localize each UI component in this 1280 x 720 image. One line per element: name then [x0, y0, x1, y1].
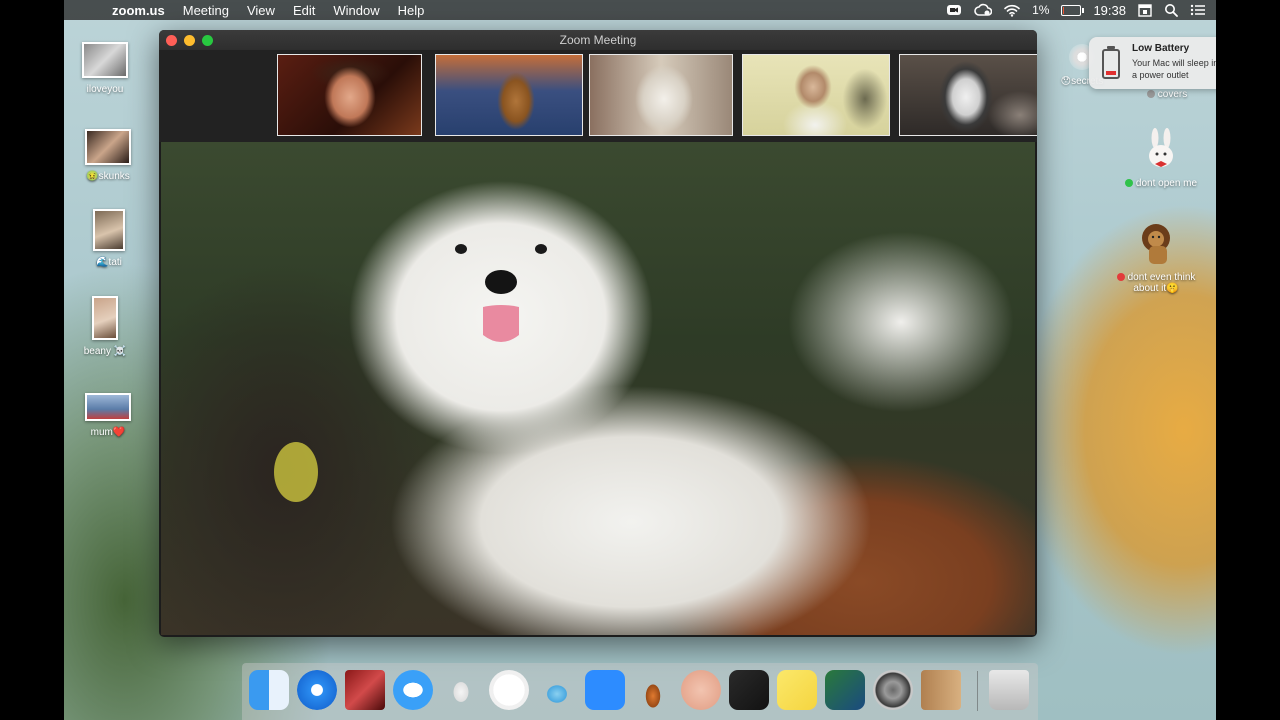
calendar-icon[interactable] — [1138, 3, 1152, 17]
desktop-folder-label: dont even think about it — [1127, 272, 1196, 294]
desktop-folder-label: skunks — [98, 171, 130, 182]
wifi-icon[interactable] — [1004, 4, 1020, 17]
participant-tile-dog-brown[interactable] — [435, 54, 583, 136]
clock[interactable]: 19:38 — [1093, 3, 1126, 18]
finder-icon[interactable] — [249, 670, 289, 710]
notification-center-icon[interactable] — [1190, 3, 1206, 17]
desktop-folder-label: dont open me — [1135, 178, 1198, 189]
folder-emoji: ❤️ — [112, 427, 126, 438]
desktop: zoom.us Meeting View Edit Window Help 1%… — [64, 0, 1216, 720]
battery-percent[interactable]: 1% — [1032, 3, 1049, 17]
preview-icon[interactable] — [825, 670, 865, 710]
folder-emoji: 🤫 — [1166, 283, 1179, 294]
folder-emoji: 🤢 — [86, 171, 99, 182]
bunny-icon — [1149, 128, 1173, 167]
folder-thumbnail — [82, 42, 128, 78]
lion-icon — [1142, 224, 1170, 264]
garageband-icon[interactable] — [633, 670, 673, 710]
music-icon[interactable] — [489, 670, 529, 710]
notification-title: Low Battery — [1132, 43, 1190, 54]
menu-edit[interactable]: Edit — [293, 3, 315, 18]
menu-bar: zoom.us Meeting View Edit Window Help 1%… — [64, 0, 1216, 20]
folder-thumbnail — [85, 129, 131, 165]
desktop-folder-label: iloveyou — [86, 84, 124, 95]
menu-app-name[interactable]: zoom.us — [112, 3, 165, 18]
participant-tile-person-woman[interactable] — [742, 54, 890, 136]
battery-level — [1063, 6, 1065, 14]
tag-dot-green — [1124, 179, 1133, 187]
desktop-folder-dont-even-think[interactable]: dont even think about it🤫 — [1111, 220, 1201, 294]
menu-meeting[interactable]: Meeting — [183, 3, 229, 18]
folder-emoji: ☠️ — [113, 346, 127, 357]
desktop-folder-iloveyou[interactable]: iloveyou — [64, 42, 150, 95]
notification-body: Your Mac will sleep into a power outlet — [1132, 58, 1216, 80]
window-titlebar[interactable]: Zoom Meeting — [159, 30, 1037, 50]
desktop-folder-beany[interactable]: beany ☠️ — [64, 296, 150, 357]
dock-separator — [977, 671, 978, 711]
photo-booth-icon[interactable] — [345, 670, 385, 710]
participant-tile-person-laughing[interactable] — [277, 54, 422, 136]
desktop-folder-label: beany — [83, 346, 111, 357]
trash-icon[interactable] — [989, 670, 1029, 710]
tag-dot-red — [1116, 273, 1125, 281]
folder-thumbnail — [85, 393, 131, 421]
desktop-folder-label: mum — [90, 427, 113, 438]
window-title: Zoom Meeting — [559, 33, 637, 47]
voice-memos-icon[interactable] — [729, 670, 769, 710]
zoom-icon[interactable] — [585, 670, 625, 710]
dock — [242, 663, 1038, 720]
desktop-folder-covers[interactable]: covers — [1124, 89, 1210, 100]
creative-cloud-icon[interactable] — [974, 3, 993, 17]
folder-thumbnail — [92, 296, 118, 340]
battery-icon[interactable] — [1061, 4, 1085, 16]
speaker-dog-face — [274, 244, 547, 502]
low-battery-notification[interactable]: Low Battery Your Mac will sleep into a p… — [1089, 37, 1216, 89]
cyberduck-icon[interactable] — [441, 670, 481, 710]
desktop-folder-dont-open-me[interactable]: dont open me — [1116, 128, 1206, 189]
tag-dot — [1146, 90, 1155, 98]
contacts-icon[interactable] — [921, 670, 961, 710]
sequel-pro-icon[interactable] — [537, 670, 577, 710]
participant-tile-dog-white-terrier[interactable] — [589, 54, 733, 136]
zoom-status-icon[interactable] — [946, 3, 962, 17]
folder-thumbnail — [93, 209, 125, 251]
safari-icon[interactable] — [297, 670, 337, 710]
menu-view[interactable]: View — [247, 3, 275, 18]
menu-help[interactable]: Help — [398, 3, 425, 18]
menu-window[interactable]: Window — [333, 3, 379, 18]
system-preferences-icon[interactable] — [873, 670, 913, 710]
active-speaker-video[interactable] — [161, 142, 1035, 635]
desktop-folder-label: covers — [1157, 89, 1188, 100]
desktop-folder-mum[interactable]: mum❤️ — [64, 393, 153, 438]
participant-tile-dog-husky[interactable] — [899, 54, 1037, 136]
face-app-icon[interactable] — [681, 670, 721, 710]
participant-strip — [159, 50, 1037, 142]
messages-icon[interactable] — [393, 670, 433, 710]
zoom-meeting-window[interactable]: Zoom Meeting — [159, 30, 1037, 637]
desktop-folder-tati[interactable]: 🌊tati — [64, 209, 154, 268]
low-battery-icon — [1102, 46, 1120, 79]
search-icon[interactable] — [1164, 3, 1178, 17]
desktop-folder-label: tati — [108, 257, 122, 268]
folder-emoji: 😯 — [1060, 76, 1072, 87]
folder-emoji: 🌊 — [96, 257, 109, 268]
desktop-folder-skunks[interactable]: 🤢skunks — [64, 129, 153, 182]
stickies-icon[interactable] — [777, 670, 817, 710]
